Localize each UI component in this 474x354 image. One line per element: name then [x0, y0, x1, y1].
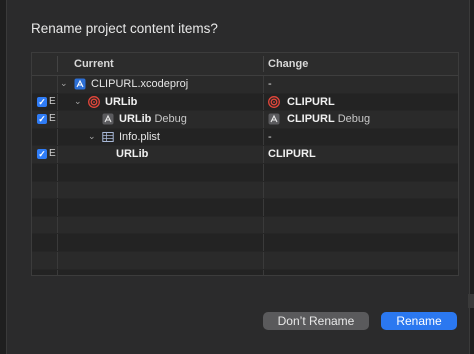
change-name: CLIPURL Debug: [287, 113, 370, 125]
column-separator: [57, 269, 58, 275]
rename-button[interactable]: Rename: [381, 312, 457, 330]
change-name-text: -: [268, 130, 272, 143]
change-name-text: CLIPURL: [287, 95, 335, 108]
scheme-icon: [268, 113, 280, 125]
include-checkbox[interactable]: ✓: [37, 114, 47, 125]
header-separator: [263, 56, 264, 72]
column-separator: [57, 251, 58, 269]
dialog-title: Rename project content items?: [31, 21, 218, 36]
column-separator: [263, 181, 264, 199]
chevron-down-icon[interactable]: ⌄: [74, 96, 82, 107]
dont-rename-button[interactable]: Don’t Rename: [263, 312, 369, 330]
column-separator: [263, 128, 264, 146]
header-separator: [57, 56, 58, 72]
empty-row: [32, 234, 458, 252]
column-separator: [57, 216, 58, 234]
rename-dialog: Rename project content items? Current Ch…: [6, 0, 470, 354]
table-row[interactable]: ✓ E ⌄ URLib CLIPURL: [32, 93, 458, 112]
plist-icon: [102, 131, 114, 143]
checkbox-label: E: [49, 95, 56, 107]
include-checkbox[interactable]: ✓: [37, 149, 47, 160]
column-separator: [263, 199, 264, 216]
column-separator: [263, 111, 264, 128]
target-icon: [268, 95, 280, 108]
table-row[interactable]: ⌄ CLIPURL.xcodeproj -: [32, 76, 458, 94]
column-separator: [57, 181, 58, 199]
table-row[interactable]: ⌄ Info.plist -: [32, 128, 458, 147]
current-name: URLib: [105, 96, 137, 108]
change-name: CLIPURL: [268, 148, 316, 160]
column-separator: [57, 146, 58, 163]
target-icon: [88, 95, 100, 108]
current-name-text: URLib: [116, 148, 149, 161]
column-separator: [57, 128, 58, 146]
column-header-change[interactable]: Change: [268, 58, 308, 70]
include-checkbox[interactable]: ✓: [37, 96, 47, 107]
current-name: URLib Debug: [119, 113, 187, 125]
change-name: CLIPURL: [287, 96, 335, 108]
table-rows: ⌄ CLIPURL.xcodeproj - ✓ E ⌄ URLib CLIPURL ✓ E URLi…: [32, 76, 458, 275]
current-name: Info.plist: [119, 131, 160, 143]
column-separator: [57, 234, 58, 251]
column-separator: [263, 93, 264, 111]
current-name-text: CLIPURL.xcodeproj: [91, 78, 189, 90]
change-name: -: [268, 131, 272, 143]
scheme-icon: [102, 113, 114, 125]
checkbox-label: E: [49, 148, 56, 160]
rename-table: Current Change ⌄ CLIPURL.xcodeproj - ✓ E ⌄ URL…: [31, 52, 459, 276]
chevron-down-icon[interactable]: ⌄: [60, 78, 68, 89]
current-name-text: URLib: [105, 95, 138, 108]
empty-row: [32, 216, 458, 235]
table-header: Current Change: [32, 53, 458, 76]
current-name-text: URLib: [119, 113, 152, 126]
empty-row: [32, 269, 458, 275]
column-separator: [263, 269, 264, 275]
empty-row: [32, 199, 458, 217]
chevron-down-icon[interactable]: ⌄: [88, 131, 96, 142]
table-row[interactable]: ✓ E URLib Debug CLIPURL Debug: [32, 111, 458, 129]
column-separator: [57, 93, 58, 111]
current-name: URLib: [116, 148, 148, 160]
current-name: CLIPURL.xcodeproj: [91, 78, 188, 90]
column-separator: [263, 234, 264, 251]
column-header-current[interactable]: Current: [74, 58, 114, 70]
column-separator: [263, 216, 264, 234]
column-separator: [263, 146, 264, 163]
xcodeproj-icon: [74, 78, 86, 90]
current-name-text: Info.plist: [119, 130, 160, 143]
scrollbar-thumb[interactable]: [468, 294, 474, 308]
column-separator: [57, 111, 58, 128]
change-name-text: CLIPURL: [287, 113, 335, 126]
checkbox-label: E: [49, 113, 56, 125]
column-separator: [57, 163, 58, 181]
change-name: -: [268, 78, 272, 90]
change-name-text: -: [268, 78, 272, 90]
column-separator: [57, 76, 58, 93]
column-separator: [263, 76, 264, 93]
table-row[interactable]: ✓ E URLib CLIPURL: [32, 146, 458, 164]
current-name-suffix: Debug: [151, 113, 187, 126]
empty-row: [32, 181, 458, 200]
empty-row: [32, 251, 458, 270]
change-name-suffix: Debug: [334, 113, 371, 126]
empty-row: [32, 163, 458, 182]
column-separator: [263, 163, 264, 181]
column-separator: [263, 251, 264, 269]
column-separator: [57, 199, 58, 216]
change-name-text: CLIPURL: [268, 148, 316, 161]
